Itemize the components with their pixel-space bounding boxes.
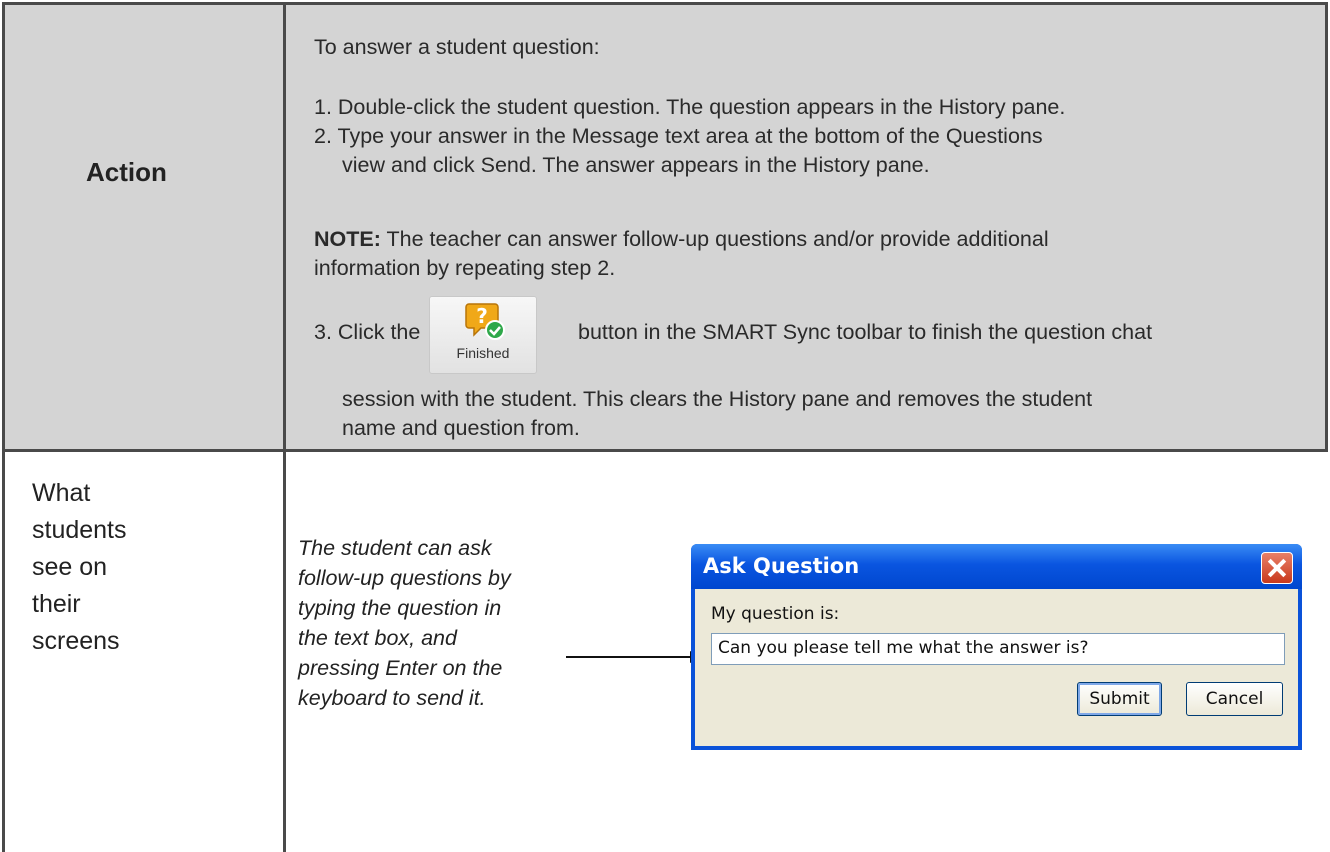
svg-text:?: ? [476,304,488,328]
send-keyword: Send [480,153,531,177]
step-2-line-1: 2. Type your answer in the Message text … [314,124,1043,148]
note-line-2: information by repeating step 2. [314,256,616,280]
finished-button[interactable]: ? Finished [429,296,537,374]
students-label: What students see on their screens [32,479,127,655]
pointer-arrow [566,656,694,658]
row-divider [2,449,1328,452]
close-icon[interactable] [1261,552,1293,584]
cancel-button[interactable]: Cancel [1186,682,1283,716]
step-2-text: view and click [342,153,481,177]
step-3-prefix: 3. Click the [314,320,421,344]
note-line-1: NOTE: The teacher can answer follow-up q… [314,225,1049,253]
step-1: 1. Double-click the student question. Th… [314,95,1066,119]
ask-question-dialog: Ask Question My question is: Can you ple… [691,544,1302,750]
step-3-line-2: session with the student. This clears th… [342,387,1093,411]
table-right-border [1325,2,1328,452]
dialog-titlebar: Ask Question [691,544,1302,589]
table-top-border [2,2,1328,5]
dialog-body: My question is: Can you please tell me w… [695,589,1298,746]
dialog-title: Ask Question [703,554,860,578]
question-prompt: My question is: [711,604,840,624]
finished-label: Finished [456,345,510,361]
step-2-text-end: . The answer appears in the History pane… [530,153,930,177]
action-heading: To answer a student question: [314,35,600,59]
submit-button[interactable]: Submit [1077,682,1162,716]
action-label: Action [86,157,167,187]
instruction-table: Action To answer a student question: 1. … [0,0,1330,852]
note-label: NOTE: [314,227,381,251]
table-left-border [2,2,5,852]
column-divider [283,2,286,852]
question-input[interactable]: Can you please tell me what the answer i… [711,633,1285,665]
students-description: The student can ask follow-up questions … [298,536,511,710]
question-check-icon: ? [465,303,505,340]
step-2-line-2: view and click Send. The answer appears … [342,151,930,179]
step-3-line-3: name and question from. [342,416,580,440]
step-3-suffix: button in the SMART Sync toolbar to fini… [578,320,1153,344]
note-text: The teacher can answer follow-up questio… [380,227,1049,251]
